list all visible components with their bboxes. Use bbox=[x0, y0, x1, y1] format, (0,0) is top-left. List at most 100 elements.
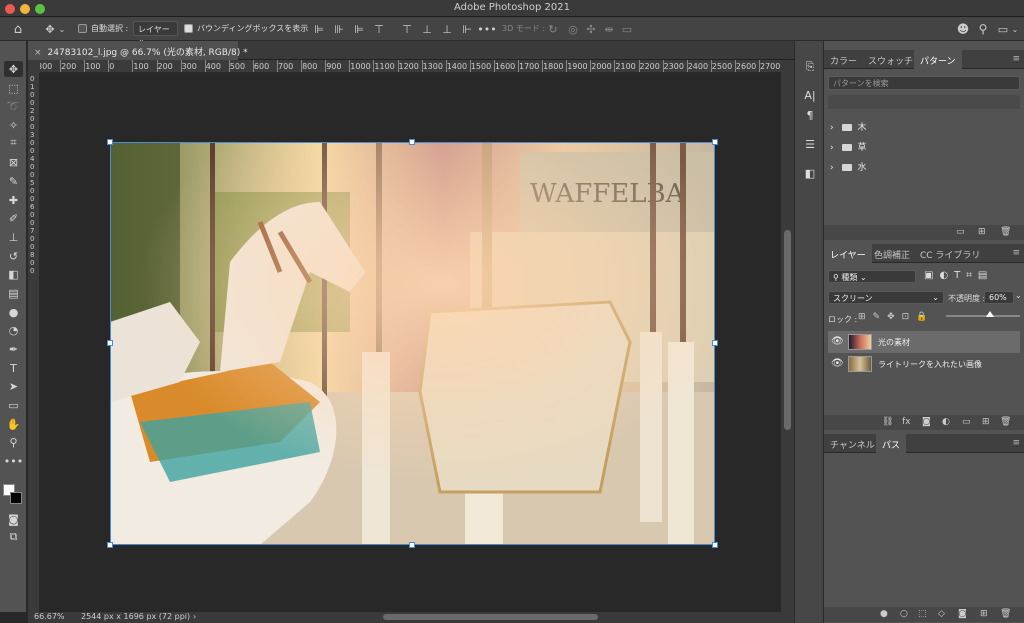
history-panel-icon[interactable]: ⎘ bbox=[801, 59, 819, 75]
background-color-swatch[interactable] bbox=[10, 492, 22, 504]
3d-pan-icon[interactable]: ✣ bbox=[584, 21, 598, 37]
panel-menu-icon[interactable]: ≡ bbox=[1012, 248, 1020, 258]
frame-tool-icon[interactable]: ⊠ bbox=[4, 154, 23, 170]
transform-handle-bl[interactable] bbox=[107, 542, 113, 548]
lasso-tool-icon[interactable]: ➰ bbox=[4, 98, 23, 114]
vertical-scrollbar[interactable] bbox=[781, 60, 794, 612]
zoom-level[interactable]: 66.67% bbox=[34, 612, 65, 621]
vertical-ruler[interactable]: 0100200300400500600700800 bbox=[28, 73, 40, 612]
layer-name[interactable]: 光の素材 bbox=[878, 337, 910, 348]
fill-path-icon[interactable]: ● bbox=[880, 609, 888, 619]
add-mask-icon[interactable]: ◙ bbox=[958, 609, 967, 619]
tab-swatches[interactable]: スウォッチ bbox=[862, 50, 919, 69]
tab-cc-libraries[interactable]: CC ライブラリ bbox=[914, 244, 986, 263]
layer-mask-icon[interactable]: ◙ bbox=[922, 417, 931, 427]
pattern-group-water[interactable]: › 水 bbox=[830, 160, 866, 173]
align-center-icon[interactable]: ⊪ bbox=[332, 21, 346, 37]
tab-paths[interactable]: パス bbox=[876, 434, 907, 453]
tab-adjustments[interactable]: 色調補正 bbox=[868, 244, 916, 263]
lock-icons[interactable]: ⊞✎✥⊡🔒 bbox=[858, 312, 934, 322]
opacity-input[interactable]: 60% bbox=[984, 291, 1014, 304]
properties-panel-icon[interactable]: ☰ bbox=[801, 136, 819, 152]
3d-camera-icon[interactable]: ▭ bbox=[620, 21, 634, 37]
workspace-chevron-icon[interactable]: ⌄ bbox=[1010, 21, 1020, 37]
panel-menu-icon[interactable]: ≡ bbox=[1012, 54, 1020, 64]
eraser-tool-icon[interactable]: ◧ bbox=[4, 266, 23, 282]
eye-icon[interactable]: 👁 bbox=[831, 358, 844, 369]
opacity-slider-handle[interactable] bbox=[986, 311, 994, 317]
character-panel-icon[interactable]: A| bbox=[801, 87, 819, 103]
move-tool-icon[interactable]: ✥ bbox=[4, 61, 23, 77]
link-layers-icon[interactable]: ⛓ bbox=[882, 417, 893, 427]
document-tab[interactable]: × 24783102_l.jpg @ 66.7% (光の素材, RGB/8) * bbox=[28, 41, 248, 60]
history-brush-tool-icon[interactable]: ↺ bbox=[4, 248, 23, 264]
3d-slide-icon[interactable]: ⇹ bbox=[602, 21, 616, 37]
dodge-tool-icon[interactable]: ◔ bbox=[4, 322, 23, 338]
layer-filter-icons[interactable]: ▣◐T⌗▤ bbox=[924, 270, 993, 281]
layer-style-icon[interactable]: fx bbox=[902, 417, 911, 427]
screen-mode-icon[interactable]: ⧉ bbox=[4, 529, 23, 545]
move-tool-icon[interactable]: ✥ bbox=[40, 21, 60, 37]
workspace-icon[interactable]: ▭ bbox=[997, 21, 1009, 37]
make-work-path-icon[interactable]: ◇ bbox=[938, 609, 945, 619]
transform-handle-tl[interactable] bbox=[107, 139, 113, 145]
libraries-panel-icon[interactable]: ◧ bbox=[801, 165, 819, 181]
transform-handle-ml[interactable] bbox=[107, 340, 113, 346]
status-menu-arrow[interactable]: › bbox=[193, 612, 196, 621]
transform-handle-br[interactable] bbox=[712, 542, 718, 548]
layer-row[interactable]: 👁 ライトリークを入れたい画像 bbox=[828, 353, 1020, 375]
chevron-down-icon[interactable]: ⌄ bbox=[58, 21, 66, 37]
transform-handle-bc[interactable] bbox=[409, 542, 415, 548]
zoom-tool-icon[interactable]: ⚲ bbox=[4, 434, 23, 450]
pen-tool-icon[interactable]: ✒ bbox=[4, 341, 23, 357]
transform-handle-mr[interactable] bbox=[712, 340, 718, 346]
paragraph-panel-icon[interactable]: ¶ bbox=[801, 107, 819, 123]
3d-roll-icon[interactable]: ◎ bbox=[566, 21, 580, 37]
eyedropper-tool-icon[interactable]: ✎ bbox=[4, 173, 23, 189]
layer-filter-dropdown[interactable]: ⚲ 種類 ⌄ bbox=[828, 270, 916, 283]
stroke-path-icon[interactable]: ○ bbox=[900, 609, 908, 619]
auto-select-checkbox[interactable] bbox=[78, 24, 87, 33]
layer-row[interactable]: 👁 光の素材 bbox=[828, 331, 1020, 353]
align-top-icon[interactable]: ⊤ bbox=[372, 21, 386, 37]
path-selection-tool-icon[interactable]: ➤ bbox=[4, 378, 23, 394]
auto-select-target-dropdown[interactable]: レイヤー ⌄ bbox=[133, 21, 178, 44]
tab-layers[interactable]: レイヤー bbox=[824, 244, 872, 263]
edit-toolbar-icon[interactable]: ••• bbox=[4, 453, 23, 469]
align-right-icon[interactable]: ⊫ bbox=[352, 21, 366, 37]
scrollbar-thumb[interactable] bbox=[784, 230, 791, 430]
new-path-icon[interactable]: ⊞ bbox=[980, 609, 988, 619]
transform-handle-tr[interactable] bbox=[712, 139, 718, 145]
eye-icon[interactable]: 👁 bbox=[831, 336, 844, 347]
type-tool-icon[interactable]: T bbox=[4, 360, 23, 376]
pattern-search-input[interactable]: パターンを検索 bbox=[828, 76, 1020, 90]
distribute-bottom-icon[interactable]: ⊥ bbox=[440, 21, 454, 37]
opacity-chevron-icon[interactable]: ⌄ bbox=[1015, 291, 1022, 300]
new-pattern-icon[interactable]: ⊞ bbox=[978, 227, 986, 237]
healing-brush-tool-icon[interactable]: ✚ bbox=[4, 192, 23, 208]
load-path-selection-icon[interactable]: ⬚ bbox=[918, 609, 927, 619]
distribute-horizontal-icon[interactable]: ⊩ bbox=[460, 21, 474, 37]
brush-tool-icon[interactable]: ✐ bbox=[4, 210, 23, 226]
gradient-tool-icon[interactable]: ▤ bbox=[4, 285, 23, 301]
new-group-icon[interactable]: ▭ bbox=[962, 417, 971, 427]
3d-orbit-icon[interactable]: ↻ bbox=[546, 21, 560, 37]
align-left-icon[interactable]: ⊫ bbox=[312, 21, 326, 37]
blur-tool-icon[interactable]: ● bbox=[4, 304, 23, 320]
pattern-group-wood[interactable]: › 木 bbox=[830, 120, 866, 133]
adjustment-layer-icon[interactable]: ◐ bbox=[942, 417, 950, 427]
bounding-box-checkbox[interactable] bbox=[184, 24, 193, 33]
search-icon[interactable]: ⚲ bbox=[976, 21, 990, 37]
delete-path-icon[interactable]: 🗑 bbox=[1000, 609, 1011, 619]
hand-tool-icon[interactable]: ✋ bbox=[4, 416, 23, 432]
horizontal-scrollbar[interactable] bbox=[383, 614, 598, 620]
clone-stamp-tool-icon[interactable]: ⊥ bbox=[4, 229, 23, 245]
more-options-icon[interactable]: ••• bbox=[477, 21, 496, 37]
collaborate-icon[interactable]: ☻ bbox=[955, 21, 971, 37]
layer-name[interactable]: ライトリークを入れたい画像 bbox=[878, 359, 982, 370]
pattern-group-grass[interactable]: › 草 bbox=[830, 140, 866, 153]
new-layer-icon[interactable]: ⊞ bbox=[982, 417, 990, 427]
tab-channels[interactable]: チャンネル bbox=[824, 434, 881, 453]
tab-color[interactable]: カラー bbox=[824, 50, 863, 69]
magic-wand-tool-icon[interactable]: ✧ bbox=[4, 117, 23, 133]
